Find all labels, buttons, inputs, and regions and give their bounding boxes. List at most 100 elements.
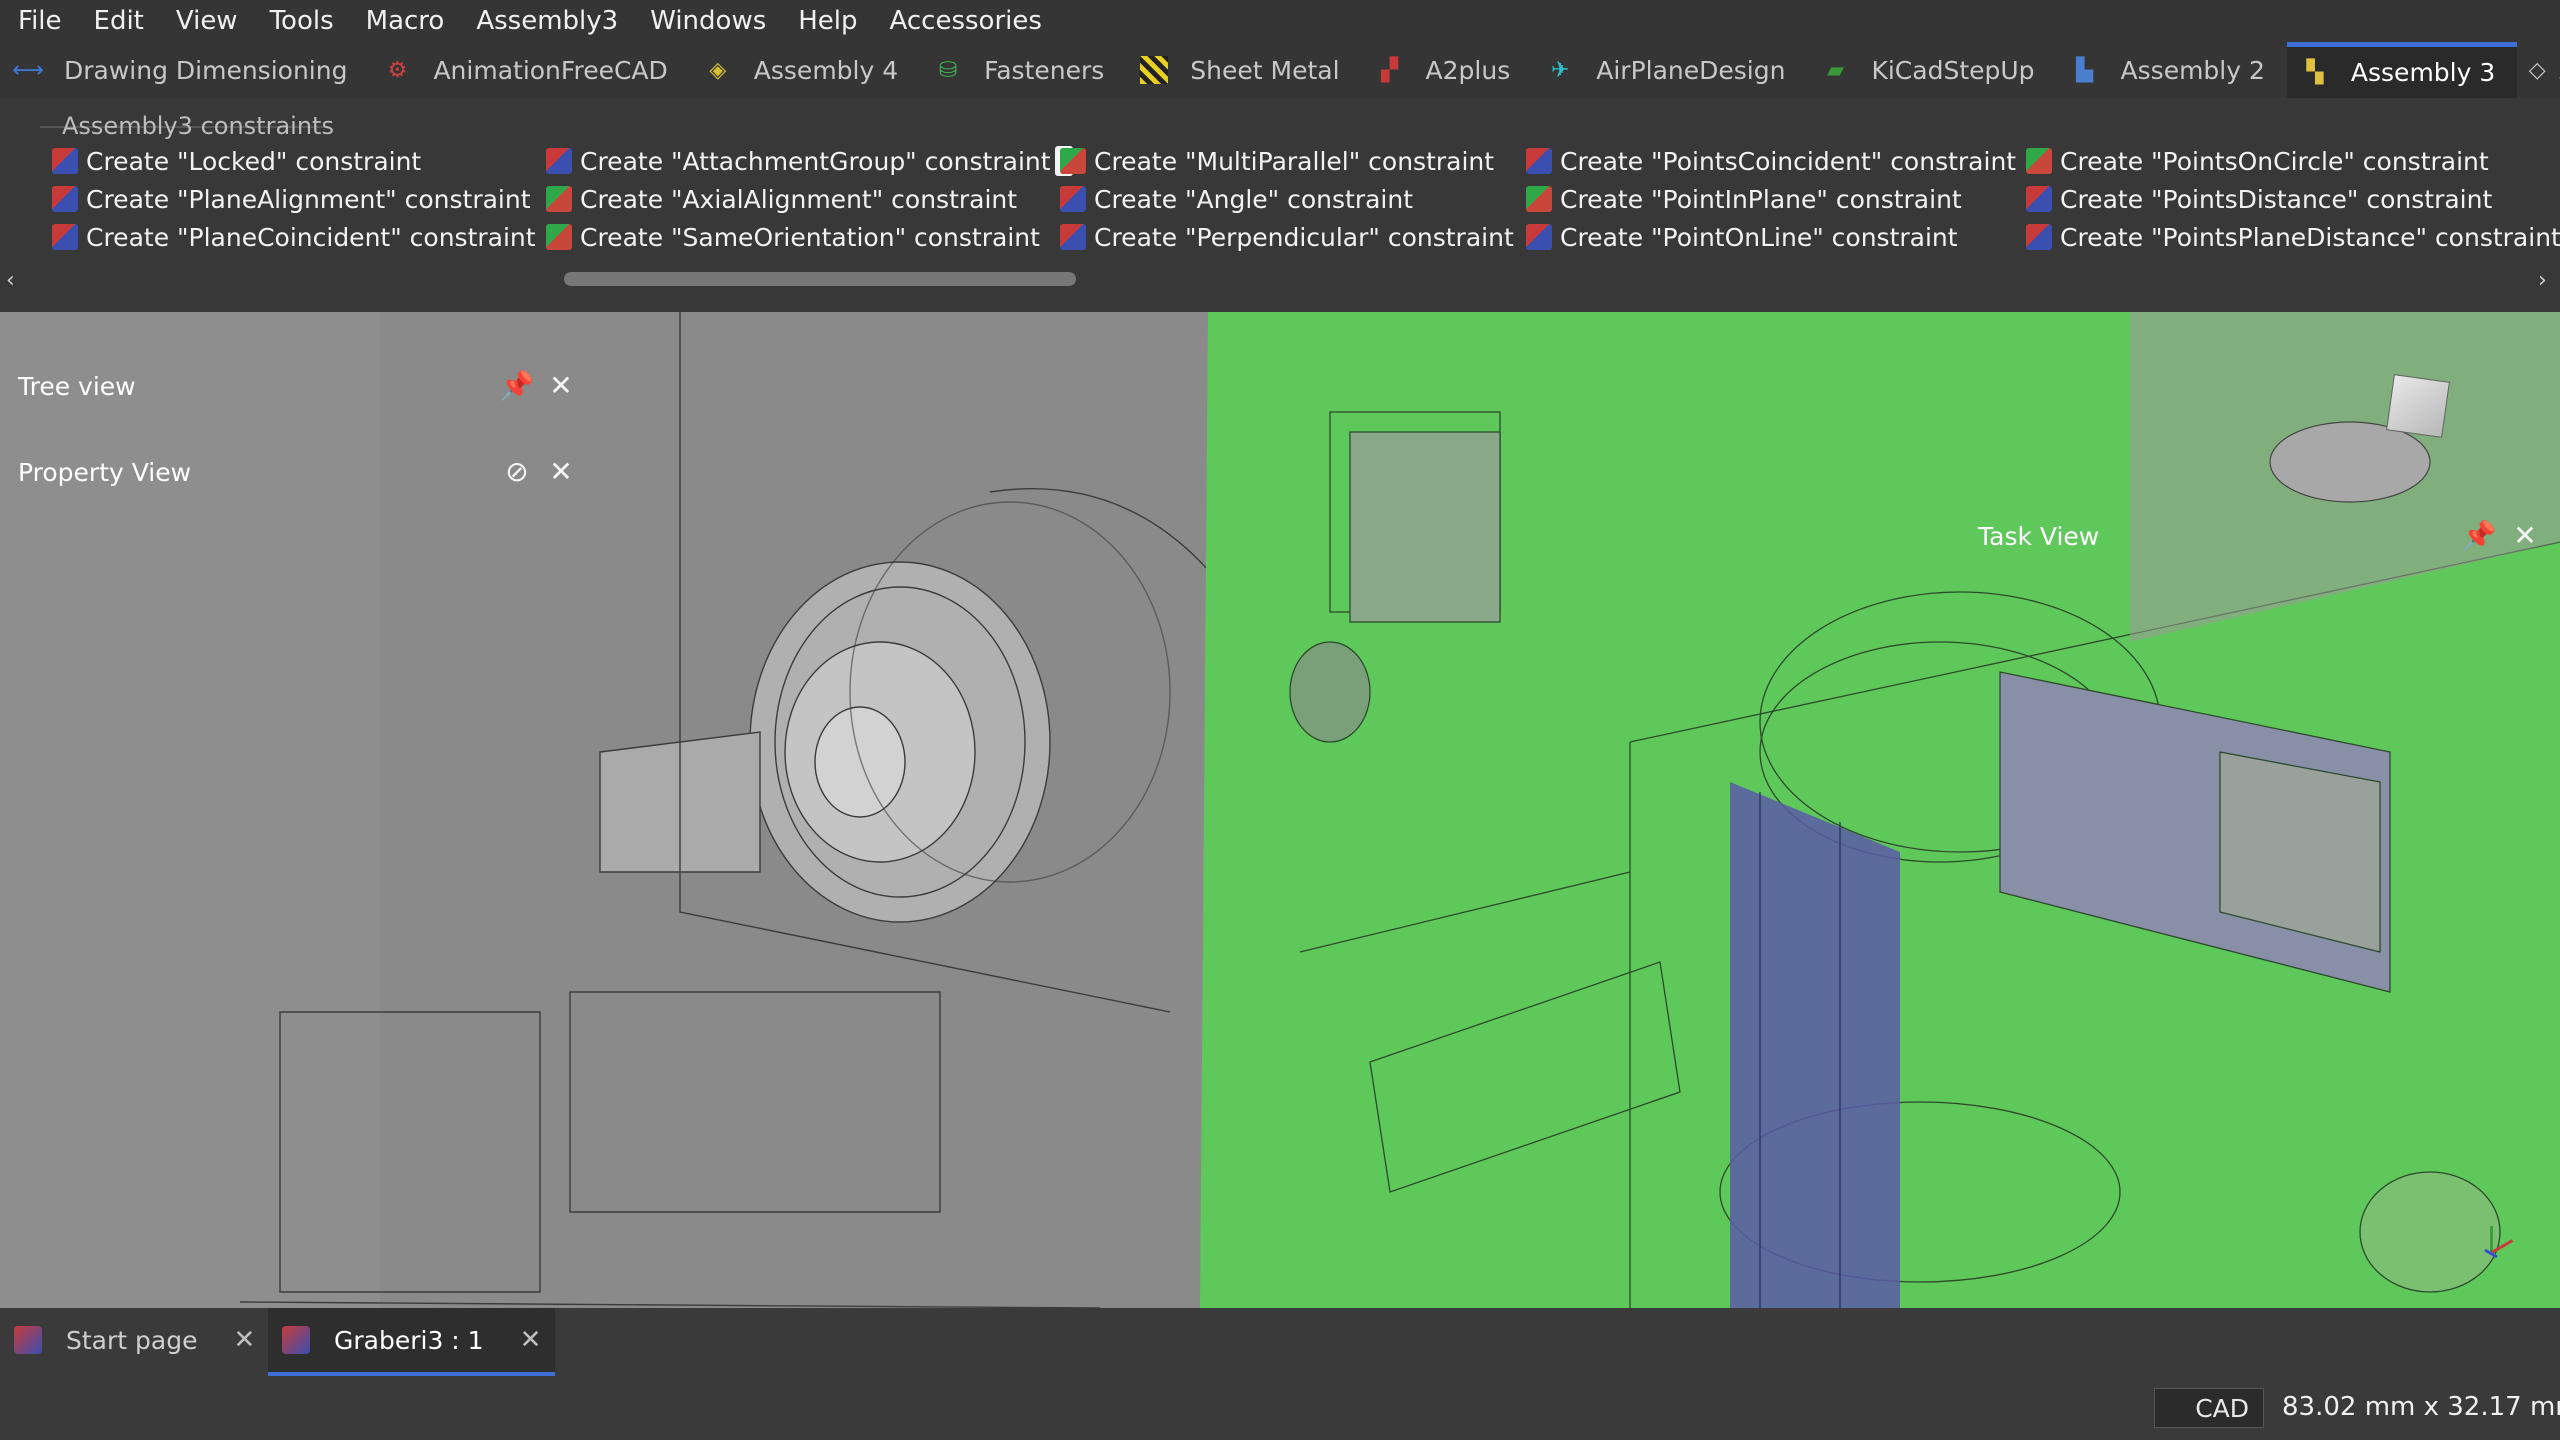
property-view-label[interactable]: Property View — [18, 458, 191, 487]
create-perpendicular-button[interactable]: Create "Perpendicular" constraint — [1060, 218, 1514, 256]
navigation-style-button[interactable]: CAD — [2154, 1388, 2264, 1428]
tab-animation-freecad[interactable]: ⚙ AnimationFreeCAD — [369, 42, 689, 98]
axis-cross-icon — [2480, 1218, 2520, 1259]
button-label: Create "PointsCoincident" constraint — [1560, 146, 2017, 176]
perpendicular-icon — [1060, 224, 1086, 250]
points-on-circle-icon — [2026, 148, 2052, 174]
sheet-metal-icon — [1140, 56, 1169, 84]
create-plane-alignment-button[interactable]: Create "PlaneAlignment" constraint — [52, 180, 536, 218]
menu-accessories[interactable]: Accessories — [872, 6, 1056, 36]
menu-view[interactable]: View — [158, 6, 252, 36]
points-coincident-icon — [1526, 148, 1552, 174]
create-locked-button[interactable]: Create "Locked" constraint — [52, 142, 536, 180]
menu-assembly3[interactable]: Assembly3 — [458, 6, 632, 36]
create-angle-button[interactable]: Create "Angle" constraint — [1060, 180, 1514, 218]
plane-alignment-icon — [52, 186, 78, 212]
assembly3-constraints-toolbar: Assembly3 constraints Create "Locked" co… — [0, 98, 2560, 312]
create-attachment-group-button[interactable]: Create "AttachmentGroup" constraint — [546, 142, 1073, 180]
scroll-left-icon[interactable]: ‹ — [6, 268, 15, 293]
3d-viewport[interactable]: Tree view 📌 ✕ Property View ⊘ ✕ Task Vie… — [0, 312, 2560, 1308]
menu-macro[interactable]: Macro — [348, 6, 459, 36]
menu-edit[interactable]: Edit — [76, 6, 158, 36]
scroll-right-icon[interactable]: › — [2538, 268, 2547, 293]
tab-fasteners[interactable]: ⛁ Fasteners — [920, 42, 1126, 98]
button-label: Create "PointsPlaneDistance" constraint — [2060, 222, 2560, 252]
create-point-on-line-button[interactable]: Create "PointOnLine" constraint — [1526, 218, 2016, 256]
tab-more[interactable]: ◇ ▲ — [2517, 42, 2560, 98]
locked-constraint-icon — [52, 148, 78, 174]
tab-label: Start page — [66, 1325, 198, 1355]
pin-icon[interactable]: 📌 — [2462, 518, 2497, 552]
toolbar-group-title: Assembly3 constraints — [62, 112, 334, 140]
tab-label: Assembly 4 — [753, 55, 899, 85]
menu-help[interactable]: Help — [780, 6, 871, 36]
create-points-on-circle-button[interactable]: Create "PointsOnCircle" constraint — [2026, 142, 2560, 180]
animation-gear-icon: ⚙ — [387, 57, 408, 83]
tab-assembly-4[interactable]: ◈ Assembly 4 — [690, 42, 920, 98]
button-label: Create "Perpendicular" constraint — [1094, 222, 1514, 252]
toolbar-column-2: Create "AttachmentGroup" constraint Crea… — [546, 142, 1073, 256]
toolbar-column-3: Create "MultiParallel" constraint Create… — [1060, 142, 1514, 256]
button-label: Create "PointOnLine" constraint — [1560, 222, 1958, 252]
close-icon[interactable]: ✕ — [544, 368, 578, 402]
tab-sheet-metal[interactable]: Sheet Metal — [1126, 42, 1361, 98]
menu-file[interactable]: File — [0, 6, 76, 36]
assembly3-icon: ▚ — [2306, 60, 2324, 85]
plane-coincident-icon — [52, 224, 78, 250]
tab-label: KiCadStepUp — [1871, 55, 2035, 85]
tab-airplane-design[interactable]: ✈ AirPlaneDesign — [1532, 42, 1807, 98]
create-same-orientation-button[interactable]: Create "SameOrientation" constraint — [546, 218, 1073, 256]
create-axial-alignment-button[interactable]: Create "AxialAlignment" constraint — [546, 180, 1073, 218]
tab-start-page[interactable]: Start page ✕ — [0, 1308, 269, 1372]
tab-assembly-2[interactable]: ▙ Assembly 2 — [2057, 42, 2287, 98]
create-point-in-plane-button[interactable]: Create "PointInPlane" constraint — [1526, 180, 2016, 218]
freecad-doc-icon — [282, 1326, 310, 1354]
unpin-icon[interactable]: ⊘ — [500, 454, 534, 488]
toolbar-scrollbar[interactable] — [564, 272, 1076, 286]
tab-assembly-3[interactable]: ▚ Assembly 3 — [2286, 42, 2518, 98]
tab-label: AirPlaneDesign — [1596, 55, 1786, 85]
point-on-line-icon — [1526, 224, 1552, 250]
navigation-cube[interactable] — [2380, 366, 2460, 446]
task-view-label[interactable]: Task View — [1978, 522, 2099, 551]
point-in-plane-icon — [1526, 186, 1552, 212]
tree-view-label[interactable]: Tree view — [18, 372, 136, 401]
pin-icon[interactable]: 📌 — [500, 368, 535, 402]
diamond-icon: ◇ — [2528, 57, 2546, 83]
points-distance-icon — [2026, 186, 2052, 212]
close-icon[interactable]: ✕ — [233, 1325, 255, 1355]
menu-windows[interactable]: Windows — [632, 6, 780, 36]
button-label: Create "Angle" constraint — [1094, 184, 1414, 214]
close-icon[interactable]: ✕ — [544, 454, 578, 488]
tab-kicad-stepup[interactable]: ▰ KiCadStepUp — [1807, 42, 2056, 98]
assembly4-icon: ◈ — [709, 57, 727, 83]
close-icon[interactable]: ✕ — [2508, 518, 2542, 552]
toolbar-column-1: Create "Locked" constraint Create "Plane… — [52, 142, 536, 256]
button-label: Create "PointsOnCircle" constraint — [2060, 146, 2489, 176]
model-wireframe — [0, 312, 2560, 1308]
tab-label: Sheet Metal — [1190, 55, 1340, 85]
tab-label: Assembly 3 — [2350, 58, 2496, 87]
toolbar-column-5: Create "PointsOnCircle" constraint Creat… — [2026, 142, 2560, 256]
create-points-coincident-button[interactable]: Create "PointsCoincident" constraint — [1526, 142, 2016, 180]
button-label: Create "Locked" constraint — [86, 146, 422, 176]
menu-bar: File Edit View Tools Macro Assembly3 Win… — [0, 0, 2560, 42]
multi-parallel-icon — [1060, 148, 1086, 174]
menu-tools[interactable]: Tools — [252, 6, 348, 36]
tab-label: Graberi3 : 1 — [334, 1325, 484, 1355]
dimension-icon: ⟷ — [12, 57, 44, 83]
create-points-plane-distance-button[interactable]: Create "PointsPlaneDistance" constraint — [2026, 218, 2560, 256]
a2plus-icon: ▞ — [1381, 57, 1398, 83]
points-plane-distance-icon — [2026, 224, 2052, 250]
create-plane-coincident-button[interactable]: Create "PlaneCoincident" constraint — [52, 218, 536, 256]
button-label: Create "PlaneAlignment" constraint — [86, 184, 531, 214]
create-points-distance-button[interactable]: Create "PointsDistance" constraint — [2026, 180, 2560, 218]
tab-drawing-dimensioning[interactable]: ⟷ Drawing Dimensioning — [0, 42, 369, 98]
kicad-icon: ▰ — [1827, 57, 1844, 83]
tab-graberi3[interactable]: Graberi3 : 1 ✕ — [268, 1308, 556, 1377]
close-icon[interactable]: ✕ — [520, 1325, 542, 1355]
status-bar: CAD 83.02 mm x 32.17 mm — [0, 1376, 2560, 1440]
tab-a2plus[interactable]: ▞ A2plus — [1362, 42, 1533, 98]
cube-face-icon — [2386, 374, 2450, 438]
create-multi-parallel-button[interactable]: Create "MultiParallel" constraint — [1060, 142, 1514, 180]
